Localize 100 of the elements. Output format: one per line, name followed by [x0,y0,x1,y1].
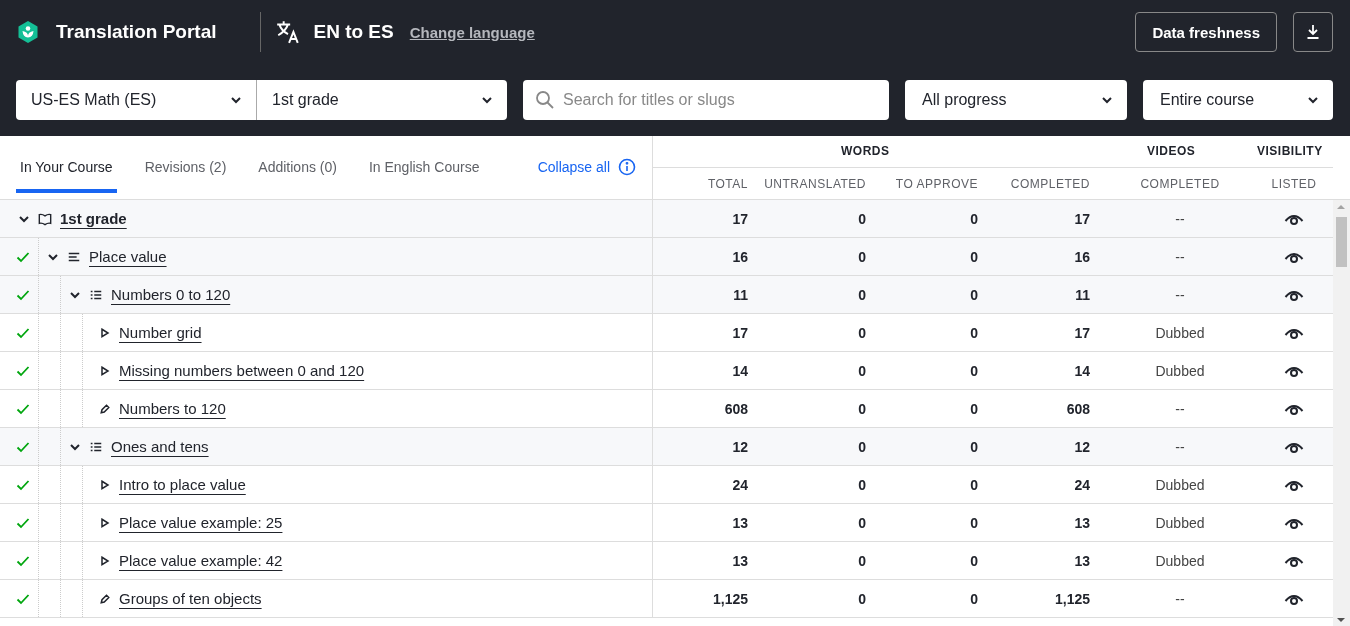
table-cell-text: 0 [857,286,866,303]
column-group-header: WORDS [841,144,890,158]
content-title-link[interactable]: Ones and tens [111,438,209,455]
table-cell-text: 0 [857,248,866,265]
table-cell-text: -- [1174,400,1186,417]
table-cell-text: 0 [857,438,866,455]
table-cell-text: 11 [732,286,748,303]
table-cell-text: 0 [857,400,866,417]
table-cell-text: 24 [731,476,748,493]
table-cell-text: 0 [969,552,978,569]
translate-icon [275,19,302,45]
table-cell-text: 0 [969,476,978,493]
table-cell-text: -- [1174,286,1186,303]
table-cell-text: 12 [731,438,748,455]
content-title-link[interactable]: Groups of ten objects [119,590,262,607]
table-cell-text: 1,125 [711,590,748,607]
table-cell-text: 17 [1073,324,1090,341]
download-button[interactable] [1293,12,1333,52]
info-icon[interactable] [618,158,636,176]
content-title-link[interactable]: Numbers to 120 [119,400,226,417]
pencil-icon [99,592,111,605]
column-group-header: VISIBILITY [1257,144,1323,158]
search-icon [535,90,555,110]
table-cell-text: Dubbed [1154,476,1206,493]
table-cell-text: 0 [969,210,978,227]
table-cell-text: 13 [1073,552,1090,569]
table-cell-text: 13 [731,552,748,569]
content-title-link[interactable]: Numbers 0 to 120 [111,286,231,303]
column-header: UNTRANSLATED [763,177,866,191]
table-cell-text: 0 [969,248,978,265]
chevron-down-icon [1307,94,1319,106]
content-title-link[interactable]: Intro to place value [119,476,246,493]
app-title: Translation Portal [56,21,217,43]
play-icon [99,478,111,491]
data-freshness-button[interactable]: Data freshness [1135,12,1277,52]
column-group-header: VIDEOS [1147,144,1196,158]
chevron-down-icon [481,94,493,106]
content-title-link[interactable]: Missing numbers between 0 and 120 [119,362,365,379]
content-title-link[interactable]: Place value example: 42 [119,552,283,569]
column-header: COMPLETED [1139,177,1221,191]
table-cell-text: 14 [1073,362,1090,379]
content-title-link[interactable]: Place value [89,248,167,265]
tab[interactable]: Revisions (2) [140,136,231,193]
tab[interactable]: In English Course [364,136,484,193]
table-cell-text: 0 [857,362,866,379]
column-header: TO APPROVE [894,177,978,191]
play-icon [99,516,111,529]
table-cell-text: 0 [969,514,978,531]
table-cell-text: Dubbed [1154,362,1206,379]
chevron-down-icon [1101,94,1113,106]
change-language-link[interactable]: Change language [409,23,535,41]
table-cell-text: 13 [731,514,748,531]
tab[interactable]: Additions (0) [254,136,341,193]
table-cell-text: 1,125 [1053,590,1090,607]
language-pair: EN to ES [313,21,394,43]
pencil-icon [99,402,111,415]
table-cell-text: Dubbed [1154,324,1206,341]
collapse-all-link[interactable]: Collapse all [537,159,610,175]
table-cell-text: 0 [857,552,866,569]
content-title-link[interactable]: 1st grade [60,210,127,227]
table-cell-text: 0 [857,514,866,531]
scrollbar[interactable] [1333,200,1350,626]
play-icon [99,554,111,567]
table-cell-text: 17 [1073,210,1090,227]
chevron-down-icon [230,94,242,106]
table-cell-text: 11 [1074,286,1090,303]
progress-dropdown[interactable]: All progress [905,80,1127,120]
table-cell-text: 0 [969,362,978,379]
column-header: LISTED [1270,177,1318,191]
course-dropdown[interactable]: US-ES Math (ES) [16,80,257,120]
table-cell-text: 0 [857,324,866,341]
table-cell-text: 0 [857,210,866,227]
download-icon [1305,24,1321,40]
content-title-link[interactable]: Number grid [119,324,202,341]
table-cell-text: -- [1174,210,1186,227]
table-cell-text: 0 [857,476,866,493]
table-cell-text: 17 [731,324,748,341]
logo-icon [16,19,40,45]
content-title-link[interactable]: Place value example: 25 [119,514,283,531]
table-cell-text: 16 [731,248,748,265]
table-cell-text: 13 [1073,514,1090,531]
table-cell-text: 0 [969,590,978,607]
tab[interactable]: In Your Course [16,136,117,193]
play-icon [99,326,111,339]
scope-dropdown[interactable]: Entire course [1143,80,1333,120]
table-cell-text: Dubbed [1154,552,1206,569]
table-cell-text: -- [1174,248,1186,265]
table-cell-text: 16 [1073,248,1090,265]
table-cell-text: 608 [1065,400,1090,417]
table-cell-text: 0 [857,590,866,607]
search-field[interactable]: Search for titles or slugs [523,80,889,120]
table-cell-text: 0 [969,438,978,455]
grade-dropdown[interactable]: 1st grade [257,80,507,120]
column-header: TOTAL [706,177,748,191]
play-icon [99,364,111,377]
book-icon [38,211,52,226]
column-header: COMPLETED [1009,177,1090,191]
table-cell-text: -- [1174,438,1186,455]
table-cell-text: 24 [1073,476,1090,493]
table-cell-text: Dubbed [1154,514,1206,531]
